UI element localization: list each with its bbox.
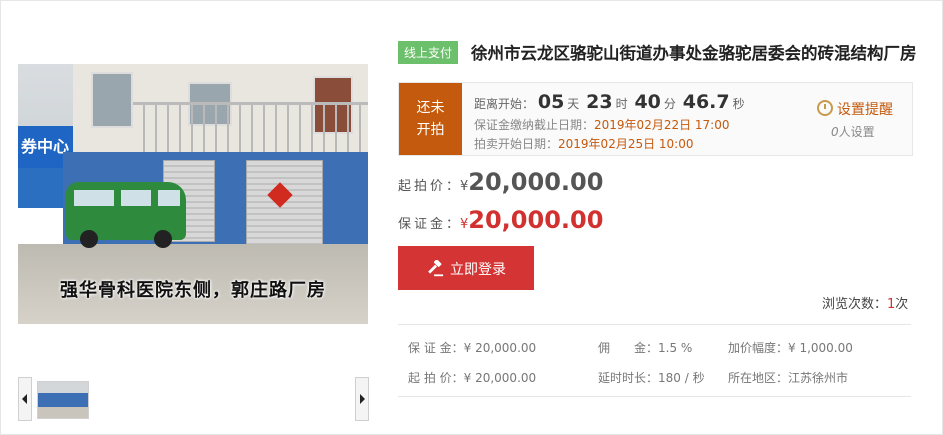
deposit-deadline-label: 保证金缴纳截止日期： (474, 118, 595, 132)
countdown-label: 距离开始： (474, 97, 535, 111)
deposit-price: 保证金：¥20,000.00 (398, 206, 603, 234)
chevron-right-icon (360, 394, 365, 404)
detail-commission: 佣 金：1.5 % (598, 341, 693, 355)
detail-start-price: 起 拍 价：¥ 20,000.00 (408, 371, 537, 385)
reminder-count-value: 0 (831, 125, 839, 139)
reminder-count-suffix: 人设置 (838, 125, 875, 139)
gallery-prev-button[interactable] (18, 377, 32, 421)
auction-title: 徐州市云龙区骆驼山街道办事处金骆驼居委会的砖混结构厂房 (471, 44, 917, 63)
view-count-unit: 次 (895, 297, 909, 312)
main-property-photo[interactable]: 券中心 强华骨科医院东侧，郭庄路厂房 (18, 64, 368, 324)
divider (398, 324, 911, 325)
days-unit: 天 (567, 97, 580, 111)
starting-price: 起拍价：¥20,000.00 (398, 168, 603, 196)
countdown-hours: 23 (586, 91, 613, 113)
status-line-2: 开拍 (416, 122, 445, 138)
set-reminder-label: 设置提醒 (837, 102, 893, 118)
deposit-deadline-value: 2019年02月22日 17:00 (594, 118, 730, 132)
countdown-timer: 距离开始： 05 天 23 时 40 分 46.7 秒 (474, 91, 748, 113)
van-window (121, 190, 151, 206)
detail-increment: 加价幅度：¥ 1,000.00 (728, 341, 853, 355)
photo-balcony (133, 102, 368, 155)
reminder-count: 0人设置 (831, 123, 875, 140)
van-wheel (80, 230, 98, 248)
auction-status-badge: 还未 开拍 (399, 83, 462, 155)
login-button-label: 立即登录 (450, 261, 506, 277)
countdown-days: 05 (537, 91, 565, 113)
detail-deposit: 保 证 金：¥ 20,000.00 (408, 341, 537, 355)
auction-start-date: 拍卖开始日期：2019年02月25日 10:00 (474, 135, 694, 152)
van-window (158, 190, 180, 206)
auction-start-label: 拍卖开始日期： (474, 137, 559, 151)
deposit-deadline: 保证金缴纳截止日期：2019年02月22日 17:00 (474, 116, 730, 133)
gallery-thumbnail[interactable] (37, 381, 89, 419)
deposit-value: 20,000.00 (468, 206, 604, 234)
payment-tag: 线上支付 (398, 41, 459, 64)
photo-van (66, 182, 186, 248)
detail-delay: 延时时长：180 / 秒 (598, 371, 705, 385)
starting-price-value: 20,000.00 (468, 168, 604, 196)
divider (398, 396, 911, 397)
detail-region: 所在地区：江苏徐州市 (728, 371, 849, 385)
photo-window (91, 72, 133, 128)
countdown-minutes: 40 (634, 91, 661, 113)
auction-start-value: 2019年02月25日 10:00 (558, 137, 694, 151)
login-button[interactable]: 立即登录 (398, 246, 534, 290)
gallery-next-button[interactable] (355, 377, 369, 421)
set-reminder-button[interactable]: 设置提醒 (817, 99, 893, 119)
view-count: 浏览次数：1次 (822, 293, 908, 312)
alarm-clock-icon (817, 100, 833, 116)
hours-unit: 时 (615, 97, 628, 111)
van-window (74, 190, 114, 206)
view-count-label: 浏览次数： (822, 297, 888, 312)
gavel-icon (428, 260, 444, 277)
countdown-panel: 还未 开拍 距离开始： 05 天 23 时 40 分 46.7 秒 保证金缴纳截止日期：… (398, 82, 913, 156)
minutes-unit: 分 (663, 97, 676, 111)
starting-price-label: 起拍价： (398, 179, 463, 194)
status-line-1: 还未 (416, 100, 445, 116)
photo-caption: 强华骨科医院东侧，郭庄路厂房 (60, 280, 326, 301)
chevron-left-icon (22, 394, 27, 404)
seconds-unit: 秒 (732, 97, 745, 111)
countdown-seconds: 46.7 (682, 91, 730, 113)
deposit-label: 保证金： (398, 217, 463, 232)
van-wheel (154, 230, 172, 248)
